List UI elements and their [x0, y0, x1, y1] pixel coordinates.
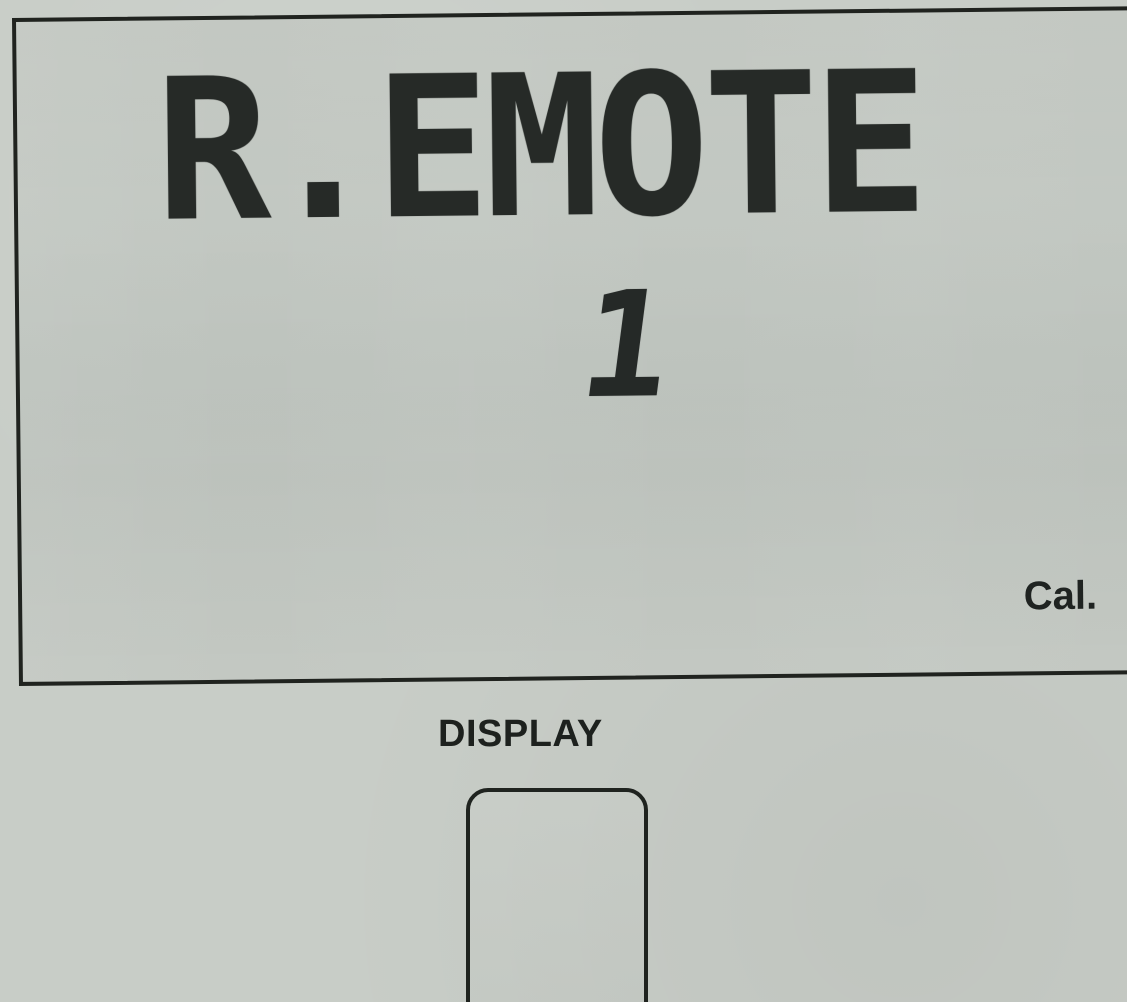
display-button[interactable]: [466, 788, 648, 1002]
lcd-display-frame: R.EMOTE 1 Cal.: [12, 6, 1127, 686]
lcd-main-text: R.EMOTE: [154, 30, 924, 266]
lcd-channel-number: 1: [571, 260, 682, 432]
calibration-indicator: Cal.: [1023, 573, 1098, 619]
display-label: DISPLAY: [438, 713, 603, 755]
device-panel: R.EMOTE 1 Cal. DISPLAY: [0, 0, 1127, 1002]
lcd-screen: R.EMOTE 1 Cal.: [16, 10, 1127, 682]
